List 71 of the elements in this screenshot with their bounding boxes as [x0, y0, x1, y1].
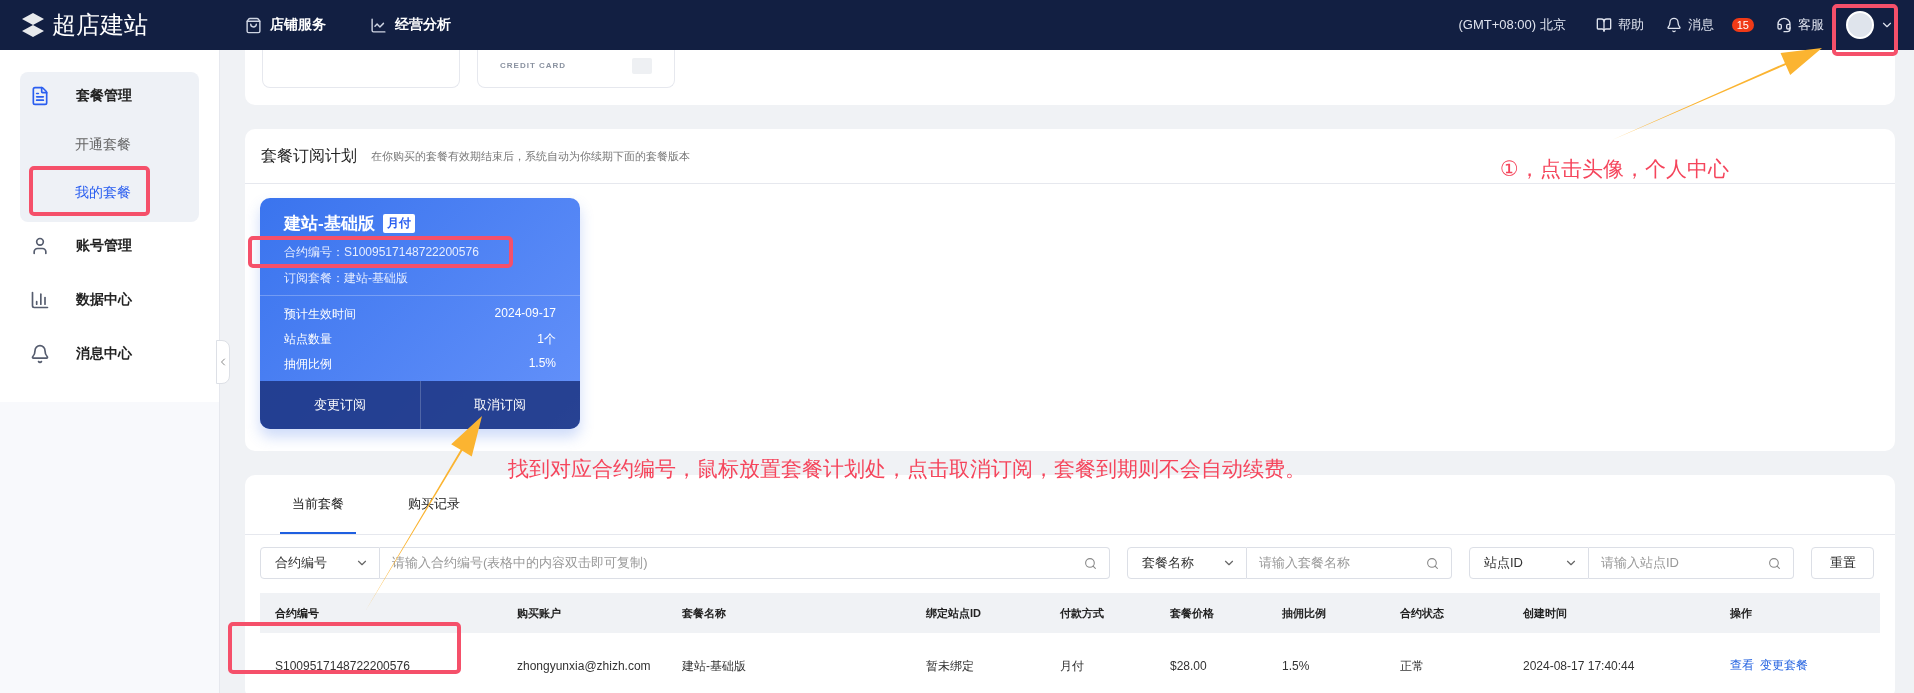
row-label: 抽佣比例 [284, 356, 332, 373]
column-header: 套餐名称 [682, 605, 727, 621]
column-header: 合约状态 [1400, 605, 1445, 621]
sidebar-subitem[interactable]: 开通套餐 [20, 120, 199, 168]
logo-text: 超店建站 [52, 10, 148, 40]
reset-button[interactable]: 重置 [1811, 547, 1874, 579]
annotation-text: ①，点击头像，个人中心 [1500, 156, 1729, 182]
sidebar-item[interactable]: 数据中心 [20, 276, 199, 324]
card-label: CREDIT CARD [500, 61, 567, 70]
table-cell-text: $28.00 [1170, 657, 1208, 675]
search-icon [1084, 556, 1097, 570]
message-count-badge: 15 [1731, 18, 1754, 32]
row-label: 站点数量 [284, 331, 332, 348]
bag-icon [245, 16, 262, 34]
table-cell-text: 1.5% [1282, 657, 1311, 675]
table-cell-text: 正常 [1400, 657, 1425, 675]
column-header: 套餐价格 [1170, 605, 1215, 621]
sidebar-item[interactable]: 套餐管理 [20, 72, 199, 120]
row-value: 2024-09-17 [494, 306, 556, 322]
action-link[interactable]: 变更套餐 [1760, 657, 1808, 674]
menu-icon [30, 236, 50, 256]
row-value: 1个 [537, 331, 556, 348]
messages-link[interactable]: 消息 [1665, 16, 1714, 34]
search-icon [1426, 556, 1439, 570]
column-header: 操作 [1730, 605, 1753, 621]
column-header: 购买账户 [517, 605, 562, 621]
table-cell-text: zhongyunxia@zhizh.com [517, 657, 652, 675]
card-action-button[interactable]: 变更订阅 [260, 381, 420, 429]
menu-icon [30, 344, 50, 364]
sidebar-subitem[interactable]: 我的套餐 [20, 168, 199, 216]
contract-number: 合约编号：S1009517148722200576 [284, 244, 480, 261]
bell-icon [1665, 17, 1682, 33]
panel-title: 套餐订阅计划 [261, 145, 357, 166]
filter-select[interactable]: 套餐名称 [1127, 547, 1247, 579]
filter-select[interactable]: 站点ID [1469, 547, 1589, 579]
book-icon [1595, 17, 1612, 33]
highlight-box [1832, 4, 1898, 56]
panel-note: 在你购买的套餐有效期结束后，系统自动为你续期下面的套餐版本 [371, 148, 690, 164]
headset-icon [1776, 17, 1792, 33]
search-icon [1768, 556, 1781, 570]
tab[interactable]: 当前套餐 [280, 475, 356, 534]
table-cell-text: S1009517148722200576 [275, 657, 411, 675]
row-label: 预计生效时间 [284, 306, 356, 323]
sidebar-item[interactable]: 账号管理 [20, 222, 199, 270]
timezone-text: (GMT+08:00) 北京 [1458, 16, 1566, 34]
action-link[interactable]: 查看 [1730, 657, 1754, 674]
sidebar-item[interactable]: 消息中心 [20, 330, 199, 378]
column-header: 合约编号 [275, 605, 320, 621]
column-header: 创建时间 [1523, 605, 1568, 621]
menu-icon [30, 290, 50, 310]
menu-icon [30, 86, 50, 106]
column-header: 付款方式 [1060, 605, 1105, 621]
logo-icon [20, 12, 46, 38]
row-value: 1.5% [528, 356, 556, 372]
support-link[interactable]: 客服 [1776, 16, 1824, 34]
plan-name: 建站-基础版 [284, 213, 375, 235]
billing-badge: 月付 [382, 214, 415, 233]
nav-link[interactable]: 经营分析 [370, 16, 451, 34]
chart-icon [370, 16, 387, 34]
table-cell-text: 2024-08-17 17:40:44 [1523, 657, 1636, 675]
table-cell-text: 暂未绑定 [926, 657, 975, 675]
annotation-text: 找到对应合约编号，鼠标放置套餐计划处，点击取消订阅，套餐到期则不会自动续费。 [508, 456, 1306, 482]
nav-link[interactable]: 店铺服务 [245, 16, 326, 34]
table-cell-text: 月付 [1060, 657, 1085, 675]
help-link[interactable]: 帮助 [1595, 16, 1644, 34]
column-header: 绑定站点ID [926, 605, 982, 621]
avatar[interactable] [1846, 11, 1874, 39]
column-header: 抽佣比例 [1282, 605, 1327, 621]
plan-line: 订阅套餐：建站-基础版 [284, 270, 409, 287]
table-cell-text: 建站-基础版 [682, 657, 747, 675]
filter-select[interactable]: 合约编号 [260, 547, 380, 579]
